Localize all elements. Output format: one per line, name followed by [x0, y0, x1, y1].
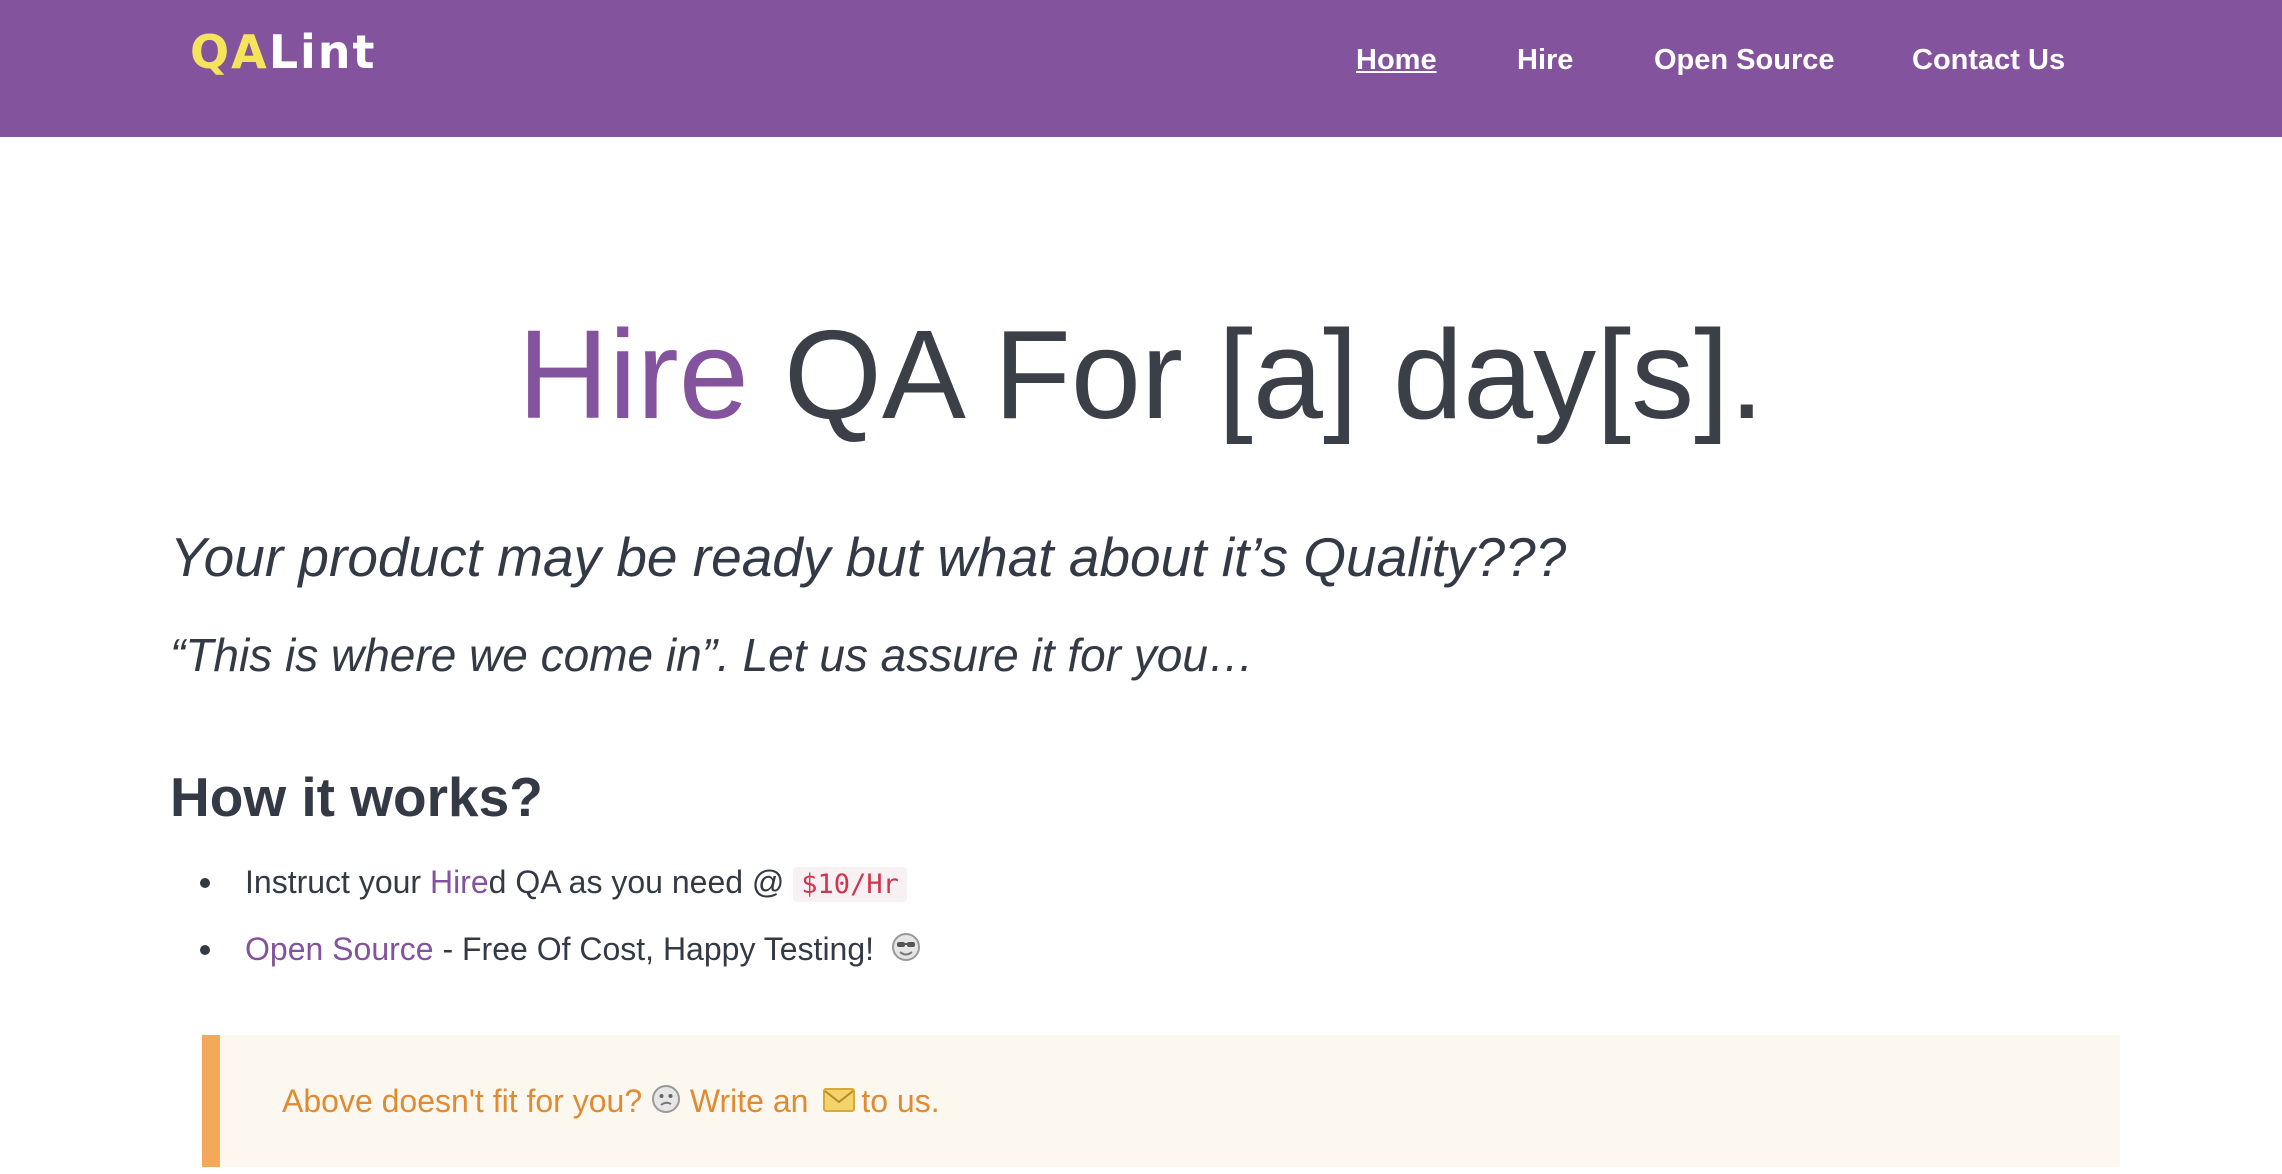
top-navbar: QALint Home Hire Open Source Contact Us [0, 0, 2282, 137]
price-code: $10/Hr [793, 867, 907, 902]
item1-prefix: Instruct your [245, 864, 430, 900]
bullet-icon [200, 878, 210, 888]
main-nav: Home Hire Open Source Contact Us [0, 40, 2282, 80]
hero-heading: Hire QA For [a] day[s]. [0, 300, 2282, 450]
nav-home-link[interactable]: Home [1356, 40, 1437, 80]
quote: “This is where we come in”. Let us assur… [170, 629, 1254, 681]
contact-notice: Above doesn't fit for you? Write an to u… [202, 1035, 2120, 1167]
item1-mid: d QA as you need @ [488, 864, 794, 900]
how-it-works-list: Instruct your Hired QA as you need @ $10… [170, 860, 921, 991]
hero-accent: Hire [517, 304, 749, 445]
list-item-hire: Instruct your Hired QA as you need @ $10… [170, 860, 921, 907]
open-source-link[interactable]: Open Source [245, 931, 434, 967]
nav-open-source-link[interactable]: Open Source [1654, 40, 1835, 80]
notice-text-1: Above doesn't fit for you? [282, 1083, 643, 1119]
nav-hire-link[interactable]: Hire [1517, 40, 1573, 80]
bullet-icon [200, 945, 210, 955]
how-it-works-heading: How it works? [170, 766, 543, 828]
notice-text: Above doesn't fit for you? Write an to u… [282, 1079, 940, 1123]
notice-text-2: Write an [681, 1083, 809, 1119]
envelope-icon [823, 1088, 856, 1112]
list-item-open-source: Open Source - Free Of Cost, Happy Testin… [170, 927, 921, 971]
nav-contact-us-link[interactable]: Contact Us [1912, 40, 2065, 80]
hero-rest: QA For [a] day[s]. [748, 304, 1765, 445]
item2-text: - Free Of Cost, Happy Testing! [433, 931, 875, 967]
tagline: Your product may be ready but what about… [170, 526, 1567, 588]
hire-link[interactable]: Hire [430, 864, 489, 900]
confused-face-icon [652, 1085, 680, 1113]
notice-text-3: to us. [861, 1083, 940, 1119]
sunglasses-face-icon [891, 933, 920, 961]
email-link[interactable] [817, 1083, 861, 1119]
